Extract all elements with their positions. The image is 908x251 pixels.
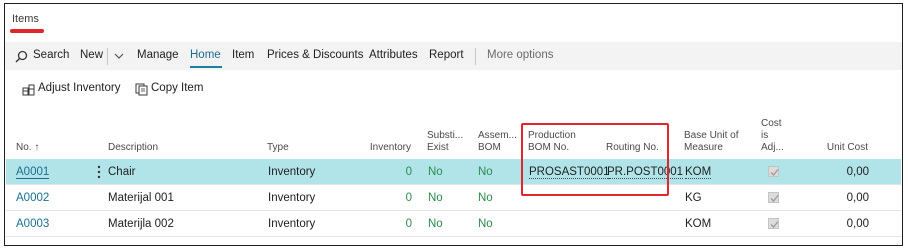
home-actions-bar: Adjust Inventory Copy Item — [5, 76, 902, 102]
type-cell: Inventory — [268, 218, 316, 230]
item-no-link[interactable]: A0003 — [16, 218, 49, 230]
item-no-link[interactable]: A0001 — [16, 166, 50, 179]
new-button[interactable]: New — [80, 49, 103, 61]
type-cell: Inventory — [268, 192, 316, 204]
prices-discounts-tab[interactable]: Prices & Discounts — [267, 49, 364, 61]
col-header-base-uom[interactable]: Base Unit of Measure — [684, 130, 738, 154]
title-bar: Items — [5, 4, 902, 40]
col-header-unit-cost[interactable]: Unit Cost — [805, 142, 868, 154]
row-actions-icon[interactable] — [97, 165, 101, 179]
inventory-cell[interactable]: 0 — [382, 166, 412, 178]
divider — [475, 48, 476, 65]
item-tab[interactable]: Item — [232, 49, 254, 61]
home-tab[interactable]: Home — [190, 49, 221, 61]
annotation-highlight-box — [521, 123, 669, 196]
substitutes-cell[interactable]: No — [428, 166, 443, 178]
col-header-substitutes[interactable]: Substi... Exist — [427, 130, 463, 154]
search-button[interactable]: Search — [33, 49, 69, 61]
type-cell: Inventory — [268, 166, 316, 178]
assembly-bom-cell[interactable]: No — [478, 166, 493, 178]
table-row[interactable]: A0001 Chair Inventory 0 No No PROSAST000… — [6, 159, 901, 185]
copy-item-button[interactable]: Copy Item — [151, 82, 203, 94]
col-header-type[interactable]: Type — [267, 142, 289, 154]
search-icon[interactable] — [15, 50, 28, 63]
description-cell: Chair — [108, 166, 136, 178]
col-header-no[interactable]: No. ↑ — [16, 142, 39, 154]
page-title: Items — [12, 13, 39, 25]
col-header-inventory[interactable]: Inventory — [361, 142, 411, 154]
active-tab-indicator — [190, 66, 222, 68]
manage-tab[interactable]: Manage — [137, 49, 179, 61]
description-cell: Materijla 002 — [108, 218, 174, 230]
col-header-cost-adjusted[interactable]: Cost is Adj... — [761, 118, 784, 154]
adjust-inventory-button[interactable]: Adjust Inventory — [38, 82, 120, 94]
copy-icon — [135, 83, 148, 96]
assembly-bom-cell[interactable]: No — [478, 218, 493, 230]
attributes-tab[interactable]: Attributes — [369, 49, 418, 61]
base-uom-cell[interactable]: KG — [685, 192, 702, 204]
item-no-link[interactable]: A0002 — [16, 192, 49, 204]
chevron-down-icon[interactable] — [113, 50, 125, 62]
more-options-button[interactable]: More options — [487, 49, 553, 61]
col-header-description[interactable]: Description — [108, 142, 158, 154]
substitutes-cell[interactable]: No — [428, 218, 443, 230]
inventory-cell[interactable]: 0 — [382, 218, 412, 230]
cost-adjusted-checkbox — [768, 192, 779, 203]
items-page: Items Search New Manage Home Item Prices… — [4, 3, 903, 246]
unit-cost-cell: 0,00 — [846, 218, 869, 230]
unit-cost-cell: 0,00 — [846, 192, 869, 204]
substitutes-cell[interactable]: No — [428, 192, 443, 204]
table-row[interactable]: A0002 Materijal 001 Inventory 0 No No KG… — [6, 185, 901, 211]
inventory-cell[interactable]: 0 — [382, 192, 412, 204]
base-uom-cell[interactable]: KOM — [685, 218, 711, 230]
cost-adjusted-checkbox — [768, 218, 779, 229]
title-annotation-underline — [10, 29, 44, 33]
adjust-inventory-icon — [22, 84, 35, 96]
table-row[interactable]: A0003 Materijla 002 Inventory 0 No No KO… — [6, 211, 901, 237]
base-uom-cell[interactable]: KOM — [685, 166, 712, 179]
divider — [107, 48, 108, 65]
description-cell: Materijal 001 — [108, 192, 174, 204]
unit-cost-cell: 0,00 — [846, 166, 869, 178]
action-bar: Search New Manage Home Item Prices & Dis… — [5, 42, 902, 70]
cost-adjusted-checkbox — [768, 166, 779, 177]
report-tab[interactable]: Report — [429, 49, 464, 61]
col-header-assembly-bom[interactable]: Assem... BOM — [478, 130, 517, 154]
assembly-bom-cell[interactable]: No — [478, 192, 493, 204]
